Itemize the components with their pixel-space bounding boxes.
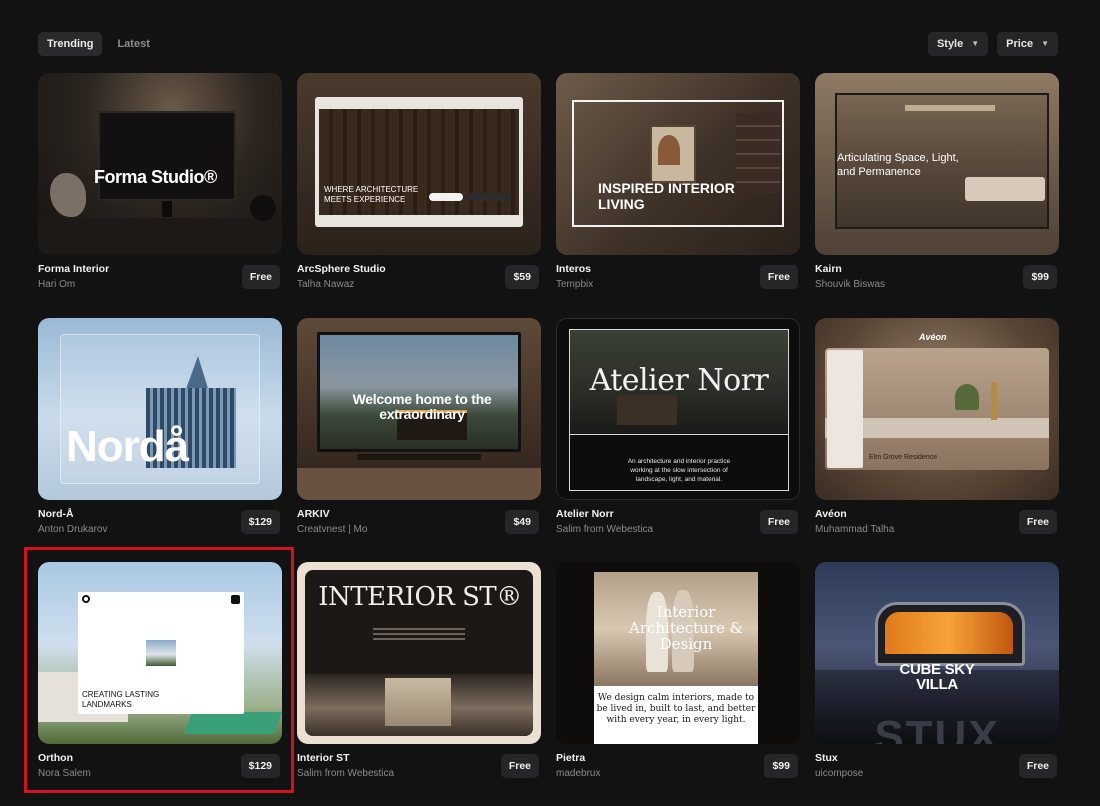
thumbnail-subtext: An architecture and interior practice wo… [627, 458, 731, 483]
thumbnail-headline: Interior Architecture & Design [628, 603, 744, 653]
view-tabs: Trending Latest [38, 32, 159, 56]
price-filter-dropdown[interactable]: Price ▼ [997, 32, 1058, 56]
thumbnail-headline: Articulating Space, Light, and Permanenc… [837, 152, 959, 178]
thumbnail-logo-text: Avéon [919, 332, 947, 342]
template-card[interactable]: Forma Studio® Forma Interior Hari Om Fre… [38, 73, 282, 303]
template-card[interactable]: Welcome home to the extraordinary ARKIV … [297, 318, 541, 548]
chevron-down-icon: ▼ [971, 39, 980, 48]
thumbnail-watermark: STUX [874, 712, 1000, 744]
template-thumbnail[interactable]: Interior Architecture & Design We design… [556, 562, 800, 744]
template-author: Salim from Webestica [556, 524, 654, 535]
thumbnail-headline: CREATING LASTING LANDMARKS [82, 690, 160, 709]
template-card-selected[interactable]: CREATING LASTING LANDMARKS Orthon Nora S… [38, 562, 282, 792]
template-author: Tempbix [556, 279, 594, 290]
template-thumbnail[interactable]: Forma Studio® [38, 73, 282, 255]
template-thumbnail[interactable]: Atelier Norr An architecture and interio… [556, 318, 800, 500]
template-card[interactable]: Interior Architecture & Design We design… [556, 562, 800, 792]
price-badge: $49 [505, 510, 539, 534]
template-thumbnail[interactable]: WHERE ARCHITECTURE MEETS EXPERIENCE [297, 73, 541, 255]
template-author: Talha Nawaz [297, 279, 355, 290]
thumbnail-headline: Welcome home to the extraordinary [352, 391, 492, 422]
thumbnail-headline: INTERIOR ST® [318, 582, 522, 612]
template-name: Nord-Å [38, 508, 74, 520]
price-badge: Free [759, 510, 798, 534]
template-card[interactable]: INSPIRED INTERIOR LIVING Interos Tempbix… [556, 73, 800, 303]
template-card[interactable]: WHERE ARCHITECTURE MEETS EXPERIENCE ArcS… [297, 73, 541, 303]
template-card[interactable]: Atelier Norr An architecture and interio… [556, 318, 800, 548]
style-filter-dropdown[interactable]: Style ▼ [927, 32, 989, 56]
price-badge: Free [1018, 754, 1057, 778]
thumbnail-subtext: Elm Grove Residence [869, 454, 938, 461]
template-thumbnail[interactable]: CUBE SKY VILLA STUX [815, 562, 1059, 744]
price-badge: Free [1018, 510, 1057, 534]
template-author: uicompose [815, 768, 864, 779]
template-thumbnail[interactable]: INSPIRED INTERIOR LIVING [556, 73, 800, 255]
template-author: Hari Om [38, 279, 76, 290]
thumbnail-headline: Forma Studio® [94, 167, 217, 187]
template-thumbnail[interactable]: Nordå [38, 318, 282, 500]
template-name: Orthon [38, 752, 73, 764]
template-author: Salim from Webestica [297, 768, 395, 779]
tab-trending[interactable]: Trending [38, 32, 103, 56]
price-badge: $129 [240, 754, 280, 778]
template-author: Shouvik Biswas [815, 279, 886, 290]
tab-latest[interactable]: Latest [108, 32, 158, 56]
thumbnail-headline: Nordå [66, 422, 189, 471]
price-badge: Free [241, 265, 280, 289]
template-name: Kairn [815, 263, 842, 275]
template-thumbnail[interactable]: Welcome home to the extraordinary [297, 318, 541, 500]
template-name: Interos [556, 263, 592, 275]
price-badge: $129 [240, 510, 280, 534]
template-author: madebrux [556, 768, 601, 779]
template-name: Atelier Norr [556, 508, 614, 520]
template-name: ArcSphere Studio [297, 263, 386, 275]
price-badge: Free [500, 754, 539, 778]
template-author: Muhammad Talha [815, 524, 895, 535]
template-author: Anton Drukarov [38, 524, 108, 535]
thumbnail-headline: INSPIRED INTERIOR LIVING [598, 180, 735, 212]
template-name: Interior ST [297, 752, 350, 764]
price-filter-label: Price [1006, 38, 1034, 50]
thumbnail-headline: CUBE SKY VILLA [899, 661, 975, 693]
price-badge: $99 [1023, 265, 1057, 289]
template-name: Avéon [815, 508, 847, 520]
price-badge: $59 [505, 265, 539, 289]
template-author: Nora Salem [38, 768, 91, 779]
template-name: ARKIV [297, 508, 330, 520]
template-author: Creatvnest | Mo [297, 524, 368, 535]
template-name: Stux [815, 752, 838, 764]
template-card[interactable]: Nordå Nord-Å Anton Drukarov $129 [38, 318, 282, 548]
price-badge: Free [759, 265, 798, 289]
template-card[interactable]: INTERIOR ST® Interior ST Salim from Webe… [297, 562, 541, 792]
template-name: Forma Interior [38, 263, 110, 275]
price-badge: $99 [764, 754, 798, 778]
template-thumbnail[interactable]: Articulating Space, Light, and Permanenc… [815, 73, 1059, 255]
template-thumbnail[interactable]: Avéon Elm Grove Residence [815, 318, 1059, 500]
thumbnail-headline: WHERE ARCHITECTURE MEETS EXPERIENCE [324, 185, 419, 204]
thumbnail-headline: Atelier Norr [589, 363, 769, 398]
template-card[interactable]: Avéon Elm Grove Residence Avéon Muhammad… [815, 318, 1059, 548]
thumbnail-subtext: We design calm interiors, made to be liv… [596, 693, 756, 725]
style-filter-label: Style [936, 38, 964, 50]
template-thumbnail[interactable]: CREATING LASTING LANDMARKS [38, 562, 282, 744]
template-card[interactable]: Articulating Space, Light, and Permanenc… [815, 73, 1059, 303]
template-card[interactable]: CUBE SKY VILLA STUX Stux uicompose Free [815, 562, 1059, 792]
template-thumbnail[interactable]: INTERIOR ST® [297, 562, 541, 744]
filter-bar: Style ▼ Price ▼ [927, 32, 1058, 56]
template-name: Pietra [556, 752, 586, 764]
chevron-down-icon: ▼ [1041, 39, 1049, 48]
